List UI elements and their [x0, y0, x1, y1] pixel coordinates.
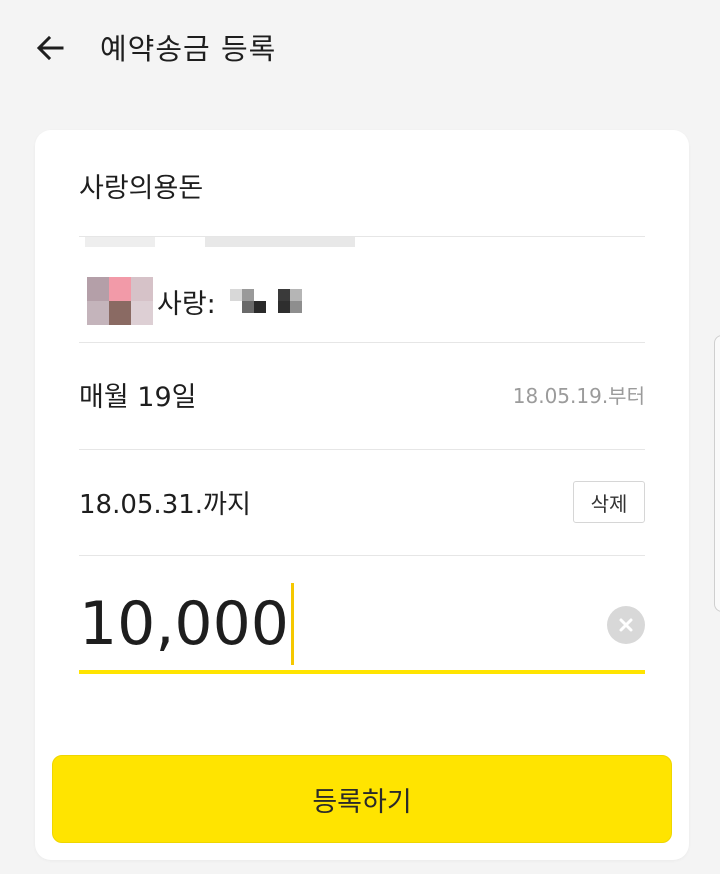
- amount-field[interactable]: 10,000: [79, 578, 645, 674]
- start-date: 18.05.19.부터: [512, 383, 645, 408]
- divider: [79, 342, 645, 343]
- divider: [79, 236, 645, 237]
- recipient-row[interactable]: 사랑:: [79, 266, 645, 336]
- schedule-row[interactable]: 매월 19일 18.05.19.부터: [79, 374, 645, 414]
- divider: [79, 555, 645, 556]
- account-alias: 사랑의용돈: [79, 173, 204, 204]
- avatar: [87, 277, 153, 325]
- app-header: 예약송금 등록: [0, 0, 720, 96]
- amount-value: 10,000: [79, 589, 289, 659]
- recipient-name: 사랑:: [157, 288, 216, 320]
- blur-patch: [205, 237, 355, 247]
- text-caret: [290, 583, 294, 665]
- scroll-edge: [714, 335, 720, 612]
- amount-input[interactable]: 10,000: [79, 578, 599, 670]
- end-date-row[interactable]: 18.05.31.까지 삭제: [79, 480, 645, 524]
- clear-amount-button[interactable]: [607, 606, 645, 644]
- transfer-form-card: 사랑의용돈 사랑: 매월 19일 18.05.19.부터 18.05.31.까지…: [35, 130, 689, 860]
- back-button[interactable]: [30, 28, 70, 68]
- redacted-name: [229, 289, 302, 313]
- divider: [79, 449, 645, 450]
- amount-underline: [79, 670, 645, 674]
- register-button[interactable]: 등록하기: [52, 755, 672, 843]
- page-title: 예약송금 등록: [100, 32, 277, 66]
- clear-x-icon: [619, 618, 633, 632]
- arrow-left-icon: [36, 35, 64, 61]
- schedule-label: 매월 19일: [79, 381, 197, 413]
- blur-patch: [85, 237, 155, 247]
- delete-end-date-button[interactable]: 삭제: [573, 481, 645, 523]
- end-date-label: 18.05.31.까지: [79, 489, 251, 520]
